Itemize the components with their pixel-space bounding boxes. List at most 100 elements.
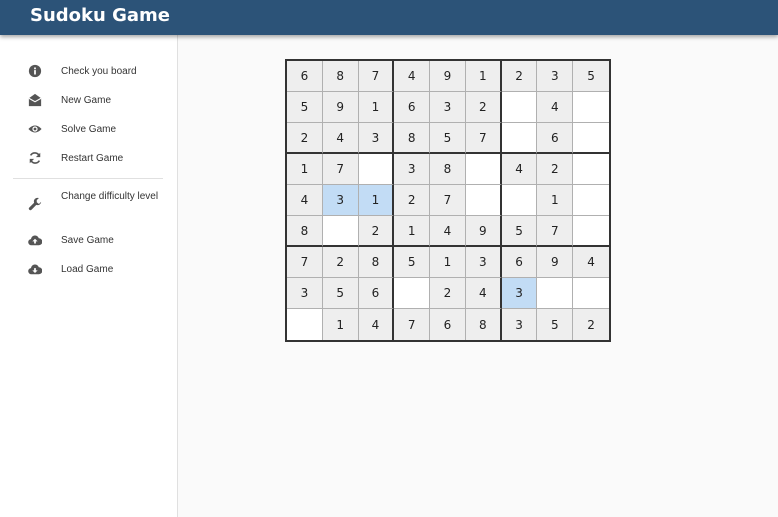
sudoku-cell-r6c8[interactable]: 7 (537, 216, 574, 247)
sudoku-cell-r1c6[interactable]: 1 (465, 61, 502, 92)
sudoku-cell-r2c2[interactable]: 9 (322, 92, 359, 123)
sudoku-cell-r1c1[interactable]: 6 (287, 61, 323, 92)
sudoku-cell-r8c4[interactable] (394, 278, 431, 309)
sudoku-cell-r6c7[interactable]: 5 (501, 216, 538, 247)
sudoku-cell-r2c8[interactable]: 4 (537, 92, 574, 123)
sudoku-cell-r4c7[interactable]: 4 (501, 154, 538, 185)
sudoku-cell-r1c3[interactable]: 7 (358, 61, 395, 92)
sudoku-cell-r3c7[interactable] (501, 123, 538, 154)
sudoku-cell-r4c8[interactable]: 2 (537, 154, 574, 185)
sudoku-cell-r8c8[interactable] (537, 278, 574, 309)
sudoku-cell-r7c3[interactable]: 8 (358, 247, 395, 278)
sudoku-cell-r7c6[interactable]: 3 (465, 247, 502, 278)
sudoku-cell-r7c1[interactable]: 7 (287, 247, 323, 278)
sudoku-cell-r3c1[interactable]: 2 (287, 123, 323, 154)
cloud-upload-icon (27, 232, 43, 248)
sudoku-cell-r1c2[interactable]: 8 (322, 61, 359, 92)
sudoku-cell-r7c8[interactable]: 9 (537, 247, 574, 278)
sudoku-cell-r9c3[interactable]: 4 (358, 309, 395, 340)
sudoku-cell-r4c1[interactable]: 1 (287, 154, 323, 185)
cloud-download-icon (27, 261, 43, 277)
sudoku-cell-r8c6[interactable]: 4 (465, 278, 502, 309)
sudoku-cell-r7c2[interactable]: 2 (322, 247, 359, 278)
sudoku-cell-r9c6[interactable]: 8 (465, 309, 502, 340)
sudoku-board: 6874912355916324243857617384243127182149… (285, 59, 611, 342)
sudoku-cell-r4c3[interactable] (358, 154, 395, 185)
sudoku-cell-r1c8[interactable]: 3 (537, 61, 574, 92)
sudoku-cell-r8c5[interactable]: 2 (430, 278, 466, 309)
sudoku-cell-r3c2[interactable]: 4 (322, 123, 359, 154)
info-icon (27, 63, 43, 79)
sudoku-cell-r7c4[interactable]: 5 (394, 247, 431, 278)
sudoku-cell-r3c3[interactable]: 3 (358, 123, 395, 154)
sudoku-cell-r4c2[interactable]: 7 (322, 154, 359, 185)
sidebar-item-change-difficulty[interactable]: Change difficulty level (0, 188, 177, 220)
sidebar-item-label: Check you board (61, 66, 137, 77)
sudoku-cell-r6c2[interactable] (322, 216, 359, 247)
sudoku-cell-r8c9[interactable] (573, 278, 609, 309)
sudoku-cell-r5c5[interactable]: 7 (430, 185, 466, 216)
sudoku-cell-r3c9[interactable] (573, 123, 609, 154)
refresh-icon (27, 150, 43, 166)
sudoku-cell-r4c5[interactable]: 8 (430, 154, 466, 185)
sudoku-cell-r5c4[interactable]: 2 (394, 185, 431, 216)
sudoku-cell-r2c4[interactable]: 6 (394, 92, 431, 123)
sudoku-cell-r5c7[interactable] (501, 185, 538, 216)
sudoku-cell-r8c1[interactable]: 3 (287, 278, 323, 309)
sudoku-cell-r4c6[interactable] (465, 154, 502, 185)
sudoku-cell-r1c5[interactable]: 9 (430, 61, 466, 92)
sudoku-cell-r5c2[interactable]: 3 (322, 185, 359, 216)
sudoku-cell-r4c4[interactable]: 3 (394, 154, 431, 185)
sidebar-item-label: Save Game (61, 235, 114, 246)
sudoku-cell-r3c5[interactable]: 5 (430, 123, 466, 154)
sudoku-cell-r4c9[interactable] (573, 154, 609, 185)
sudoku-cell-r2c3[interactable]: 1 (358, 92, 395, 123)
sudoku-cell-r3c4[interactable]: 8 (394, 123, 431, 154)
sudoku-cell-r3c6[interactable]: 7 (465, 123, 502, 154)
sudoku-cell-r8c2[interactable]: 5 (322, 278, 359, 309)
sudoku-cell-r6c9[interactable] (573, 216, 609, 247)
sudoku-cell-r2c5[interactable]: 3 (430, 92, 466, 123)
sidebar-item-save-game[interactable]: Save Game (0, 230, 177, 250)
sudoku-cell-r3c8[interactable]: 6 (537, 123, 574, 154)
sidebar-divider (13, 178, 163, 179)
sidebar-item-new-game[interactable]: New Game (0, 90, 177, 110)
sudoku-cell-r1c9[interactable]: 5 (573, 61, 609, 92)
sudoku-cell-r7c9[interactable]: 4 (573, 247, 609, 278)
sudoku-cell-r2c6[interactable]: 2 (465, 92, 502, 123)
sudoku-cell-r6c1[interactable]: 8 (287, 216, 323, 247)
sudoku-cell-r5c3[interactable]: 1 (358, 185, 395, 216)
sudoku-cell-r6c6[interactable]: 9 (465, 216, 502, 247)
sudoku-cell-r5c6[interactable] (465, 185, 502, 216)
eye-icon (27, 121, 43, 137)
sudoku-cell-r6c3[interactable]: 2 (358, 216, 395, 247)
sudoku-cell-r9c2[interactable]: 1 (322, 309, 359, 340)
sudoku-cell-r9c9[interactable]: 2 (573, 309, 609, 340)
sidebar-item-label: New Game (61, 95, 112, 106)
sudoku-cell-r6c4[interactable]: 1 (394, 216, 431, 247)
sudoku-cell-r9c4[interactable]: 7 (394, 309, 431, 340)
sudoku-cell-r9c7[interactable]: 3 (501, 309, 538, 340)
sudoku-cell-r6c5[interactable]: 4 (430, 216, 466, 247)
sudoku-cell-r5c8[interactable]: 1 (537, 185, 574, 216)
sudoku-cell-r7c7[interactable]: 6 (501, 247, 538, 278)
sudoku-cell-r8c7[interactable]: 3 (501, 278, 538, 309)
sidebar-item-solve-game[interactable]: Solve Game (0, 119, 177, 139)
sudoku-cell-r7c5[interactable]: 1 (430, 247, 466, 278)
sudoku-cell-r1c4[interactable]: 4 (394, 61, 431, 92)
sidebar-item-restart-game[interactable]: Restart Game (0, 148, 177, 168)
sidebar-item-load-game[interactable]: Load Game (0, 259, 177, 279)
wrench-icon (27, 196, 43, 212)
sudoku-cell-r2c9[interactable] (573, 92, 609, 123)
sudoku-cell-r5c9[interactable] (573, 185, 609, 216)
sidebar-item-check-board[interactable]: Check you board (0, 61, 177, 81)
sudoku-cell-r8c3[interactable]: 6 (358, 278, 395, 309)
sudoku-cell-r9c1[interactable] (287, 309, 323, 340)
sudoku-cell-r9c8[interactable]: 5 (537, 309, 574, 340)
sudoku-cell-r2c1[interactable]: 5 (287, 92, 323, 123)
app-bar: Sudoku Game (0, 0, 778, 35)
sudoku-cell-r5c1[interactable]: 4 (287, 185, 323, 216)
sudoku-cell-r2c7[interactable] (501, 92, 538, 123)
sudoku-cell-r9c5[interactable]: 6 (430, 309, 466, 340)
sudoku-cell-r1c7[interactable]: 2 (501, 61, 538, 92)
